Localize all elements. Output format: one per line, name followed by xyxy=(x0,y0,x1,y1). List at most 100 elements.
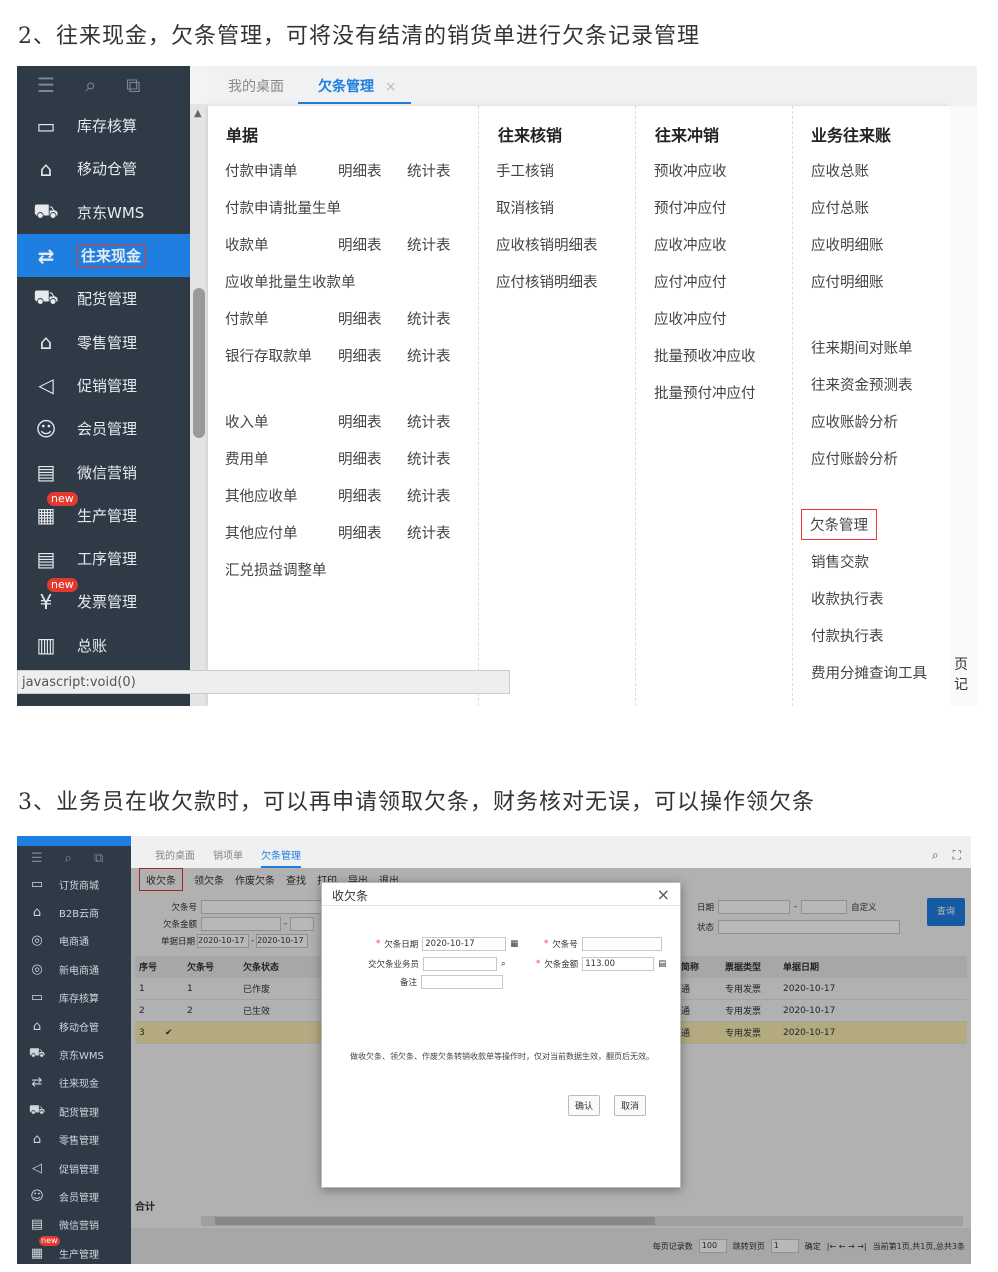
tab-sales[interactable]: 销项单 xyxy=(213,847,243,868)
sidebar-item[interactable]: ⌂ 移动仓管 xyxy=(17,1012,131,1040)
document-link[interactable]: 其他应收单 xyxy=(225,485,298,506)
scrollbar-thumb[interactable] xyxy=(193,288,205,438)
sidebar-item[interactable]: ⛟ 配货管理 xyxy=(17,277,190,320)
iou-management-link[interactable]: 欠条管理 xyxy=(801,509,877,540)
menu-link[interactable]: 应付明细账 xyxy=(811,271,884,292)
confirm-button[interactable]: 确认 xyxy=(568,1095,601,1116)
search-icon[interactable]: ⌕ xyxy=(932,848,939,863)
menu-link[interactable]: 应付账龄分析 xyxy=(811,448,898,469)
summary-report-link[interactable]: 统计表 xyxy=(407,234,451,255)
fullscreen-icon[interactable]: ⛶ xyxy=(953,848,961,863)
sidebar-item[interactable]: ▭ 订货商城 xyxy=(17,870,131,898)
sidebar-item[interactable]: ⛟ 京东WMS xyxy=(17,191,190,234)
detail-report-link[interactable]: 明细表 xyxy=(338,411,382,432)
detail-report-link[interactable]: 明细表 xyxy=(338,448,382,469)
summary-report-link[interactable]: 统计表 xyxy=(407,522,451,543)
menu-link[interactable]: 应收总账 xyxy=(811,160,869,181)
sidebar-scrollbar[interactable]: ▲ xyxy=(190,104,208,706)
sidebar-item[interactable]: ⌂ 零售管理 xyxy=(17,320,190,363)
calendar-icon[interactable]: ▦ xyxy=(510,939,518,949)
sidebar-item[interactable]: ▦ new 生产管理 xyxy=(17,1236,131,1264)
menu-link[interactable]: 应收冲应收 xyxy=(654,234,727,255)
menu-link[interactable]: 应付核销明细表 xyxy=(496,271,598,292)
tab-desktop[interactable]: 我的桌面 xyxy=(155,847,195,868)
salesman-input[interactable] xyxy=(423,957,498,971)
menu-link[interactable]: 费用分摊查询工具 xyxy=(811,662,927,683)
sidebar-item[interactable]: ⌂ 移动仓管 xyxy=(17,147,190,190)
tab-iou-management[interactable]: 欠条管理 xyxy=(261,847,301,868)
new-window-icon[interactable]: ⧉ xyxy=(94,851,103,866)
search-doc-icon[interactable]: ⌕ xyxy=(65,851,72,866)
menu-link[interactable]: 手工核销 xyxy=(496,160,554,181)
tab-iou-management[interactable]: 欠条管理 × xyxy=(298,76,411,104)
menu-link[interactable]: 往来期间对账单 xyxy=(811,337,913,358)
remark-input[interactable] xyxy=(421,975,504,989)
sidebar-item[interactable]: ▦ new 生产管理 xyxy=(17,491,190,537)
iou-amount-input[interactable]: 113.00 xyxy=(582,957,655,971)
sidebar-item[interactable]: ⇄ 往来现金 xyxy=(17,233,190,278)
menu-link[interactable]: 收款执行表 xyxy=(811,588,884,609)
summary-report-link[interactable]: 统计表 xyxy=(407,345,451,366)
document-link[interactable]: 收入单 xyxy=(225,411,269,432)
tab-desktop[interactable]: 我的桌面 xyxy=(208,76,298,104)
detail-report-link[interactable]: 明细表 xyxy=(338,345,382,366)
menu-link[interactable]: 取消核销 xyxy=(496,197,554,218)
sidebar-item[interactable]: ▭ 库存核算 xyxy=(17,104,190,147)
document-link[interactable]: 银行存取款单 xyxy=(225,345,312,366)
sidebar-item[interactable]: ▤ 工序管理 xyxy=(17,537,190,580)
menu-link[interactable]: 往来资金预测表 xyxy=(811,374,913,395)
document-link[interactable]: 付款申请单 xyxy=(225,160,298,181)
sidebar-item[interactable]: ⌂ B2B云商 xyxy=(17,898,131,926)
document-link[interactable]: 付款单 xyxy=(225,308,269,329)
sidebar-item[interactable]: ☺ 会员管理 xyxy=(17,407,190,450)
sidebar-item[interactable]: ☺ 会员管理 xyxy=(17,1182,131,1210)
sidebar-item[interactable]: ⌂ 零售管理 xyxy=(17,1126,131,1154)
menu-link[interactable]: 应收账龄分析 xyxy=(811,411,898,432)
iou-no-input[interactable] xyxy=(581,937,662,951)
search-icon[interactable]: ⌕ xyxy=(501,959,506,969)
sidebar-item[interactable]: ¥ new 发票管理 xyxy=(17,578,190,623)
detail-report-link[interactable]: 明细表 xyxy=(338,234,382,255)
menu-link[interactable]: 预收冲应收 xyxy=(654,160,727,181)
menu-link[interactable]: 应收冲应付 xyxy=(654,308,727,329)
sidebar-item[interactable]: ⛟ 配货管理 xyxy=(17,1097,131,1125)
detail-report-link[interactable]: 明细表 xyxy=(338,160,382,181)
sidebar-item[interactable]: ◁ 促销管理 xyxy=(17,1154,131,1182)
menu-link[interactable]: 销售交款 xyxy=(811,551,869,572)
sidebar-item[interactable]: ◎ 新电商通 xyxy=(17,955,131,983)
document-link[interactable]: 费用单 xyxy=(225,448,269,469)
summary-report-link[interactable]: 统计表 xyxy=(407,485,451,506)
scroll-up-icon[interactable]: ▲ xyxy=(194,108,202,119)
detail-report-link[interactable]: 明细表 xyxy=(338,522,382,543)
sidebar-item[interactable]: ◁ 促销管理 xyxy=(17,364,190,407)
sidebar-item[interactable]: ▭ 库存核算 xyxy=(17,984,131,1012)
summary-report-link[interactable]: 统计表 xyxy=(407,160,451,181)
menu-link[interactable]: 付款执行表 xyxy=(811,625,884,646)
detail-report-link[interactable]: 明细表 xyxy=(338,485,382,506)
detail-report-link[interactable]: 明细表 xyxy=(338,308,382,329)
document-link[interactable]: 其他应付单 xyxy=(225,522,298,543)
cancel-button[interactable]: 取消 xyxy=(614,1095,647,1116)
menu-link[interactable]: 应付冲应付 xyxy=(654,271,727,292)
menu-link[interactable]: 预付冲应付 xyxy=(654,197,727,218)
document-link[interactable]: 收款单 xyxy=(225,234,269,255)
search-doc-icon[interactable]: ⌕ xyxy=(85,73,96,97)
calculator-icon[interactable]: ▤ xyxy=(658,959,666,969)
summary-report-link[interactable]: 统计表 xyxy=(407,411,451,432)
summary-report-link[interactable]: 统计表 xyxy=(407,448,451,469)
hamburger-icon[interactable]: ☰ xyxy=(37,73,55,97)
document-link[interactable]: 付款申请批量生单 xyxy=(225,197,341,218)
menu-link[interactable]: 应付总账 xyxy=(811,197,869,218)
hamburger-icon[interactable]: ☰ xyxy=(31,851,43,866)
close-icon[interactable]: × xyxy=(657,885,670,904)
menu-link[interactable]: 应收明细账 xyxy=(811,234,884,255)
sidebar-item[interactable]: ⇄ 往来现金 xyxy=(17,1069,131,1097)
menu-link[interactable]: 应收核销明细表 xyxy=(496,234,598,255)
sidebar-item[interactable]: ⛟ 京东WMS xyxy=(17,1040,131,1068)
sidebar-item[interactable]: ▤ 微信营销 xyxy=(17,450,190,493)
menu-link[interactable]: 批量预付冲应付 xyxy=(654,382,756,403)
iou-date-input[interactable]: 2020-10-17 xyxy=(422,937,507,951)
close-icon[interactable]: × xyxy=(385,79,397,95)
sidebar-item[interactable]: ▤ 微信营销 xyxy=(17,1211,131,1239)
menu-link[interactable]: 批量预收冲应收 xyxy=(654,345,756,366)
